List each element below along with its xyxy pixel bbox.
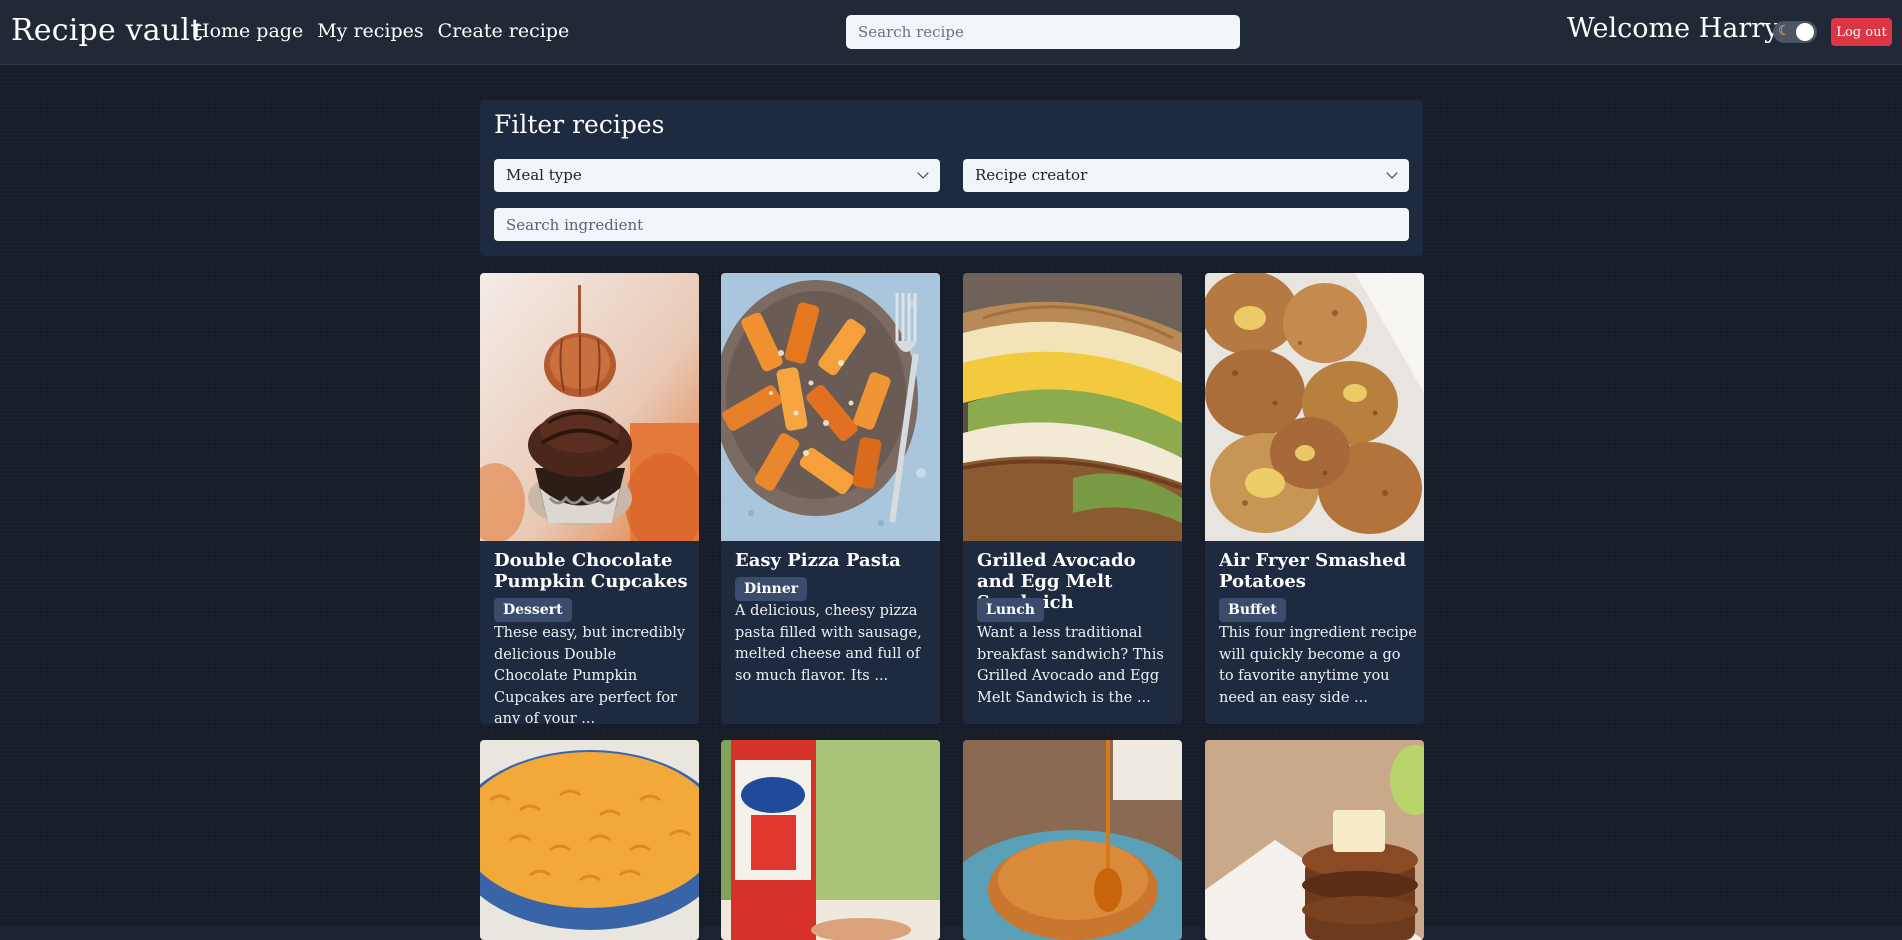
chevron-down-icon [917, 167, 929, 179]
potatoes-photo [1205, 273, 1424, 541]
meal-type-select[interactable]: Meal type [494, 159, 940, 192]
recipe-description: These easy, but incredibly delicious Dou… [494, 625, 686, 724]
navbar: Recipe vault Home page My recipes Create… [0, 0, 1902, 65]
recipe-description: Want a less traditional breakfast sandwi… [977, 625, 1164, 706]
brand-logo[interactable]: Recipe vault [11, 13, 202, 48]
recipe-card[interactable] [1205, 740, 1424, 940]
recipe-card[interactable]: Air Fryer Smashed Potatoes Buffet This f… [1205, 273, 1424, 724]
recipe-description: This four ingredient recipe will quickly… [1219, 625, 1417, 706]
wing-sauce-photo [721, 740, 940, 940]
nav-create-recipe[interactable]: Create recipe [438, 20, 570, 42]
recipe-card[interactable]: Grilled Avocado and Egg Melt Sandwich Lu… [963, 273, 1182, 724]
moon-icon: ☾ [1778, 23, 1791, 39]
recipe-card[interactable] [963, 740, 1182, 940]
recipe-creator-select[interactable]: Recipe creator [963, 159, 1409, 192]
filter-panel: Filter recipes Meal type Recipe creator [480, 100, 1423, 256]
nav-links: Home page My recipes Create recipe [193, 20, 569, 42]
search-recipe-input[interactable] [846, 15, 1240, 49]
pancake-stack-photo [1205, 740, 1424, 940]
mac-and-cheese-photo [480, 740, 699, 940]
recipe-card[interactable]: Double Chocolate Pumpkin Cupcakes Desser… [480, 273, 699, 724]
recipe-title[interactable]: Air Fryer Smashed Potatoes [1219, 550, 1415, 592]
syrup-pancake-photo [963, 740, 1182, 940]
recipe-description: A delicious, cheesy pizza pasta filled w… [735, 603, 922, 684]
recipe-creator-label: Recipe creator [975, 166, 1088, 184]
recipe-card[interactable] [480, 740, 699, 940]
meal-type-label: Meal type [506, 166, 582, 184]
recipe-title[interactable]: Easy Pizza Pasta [735, 550, 931, 571]
meal-type-badge: Dessert [494, 598, 572, 622]
chevron-down-icon [1386, 167, 1398, 179]
recipe-card[interactable] [721, 740, 940, 940]
meal-type-badge: Lunch [977, 598, 1044, 622]
meal-type-badge: Dinner [735, 577, 808, 601]
theme-toggle[interactable]: ☾ [1773, 21, 1817, 43]
meal-type-badge: Buffet [1219, 598, 1286, 622]
filter-title: Filter recipes [494, 110, 665, 139]
toggle-knob [1796, 23, 1814, 41]
recipe-title[interactable]: Double Chocolate Pumpkin Cupcakes [494, 550, 690, 592]
logout-button[interactable]: Log out [1831, 18, 1892, 46]
welcome-text: Welcome Harry [1567, 13, 1780, 44]
pasta-photo [721, 273, 940, 541]
nav-my-recipes[interactable]: My recipes [317, 20, 423, 42]
cupcake-photo [480, 273, 699, 541]
recipe-card[interactable]: Easy Pizza Pasta Dinner A delicious, che… [721, 273, 940, 724]
sandwich-photo [963, 273, 1182, 541]
search-ingredient-input[interactable] [494, 208, 1409, 241]
nav-home[interactable]: Home page [193, 20, 303, 42]
